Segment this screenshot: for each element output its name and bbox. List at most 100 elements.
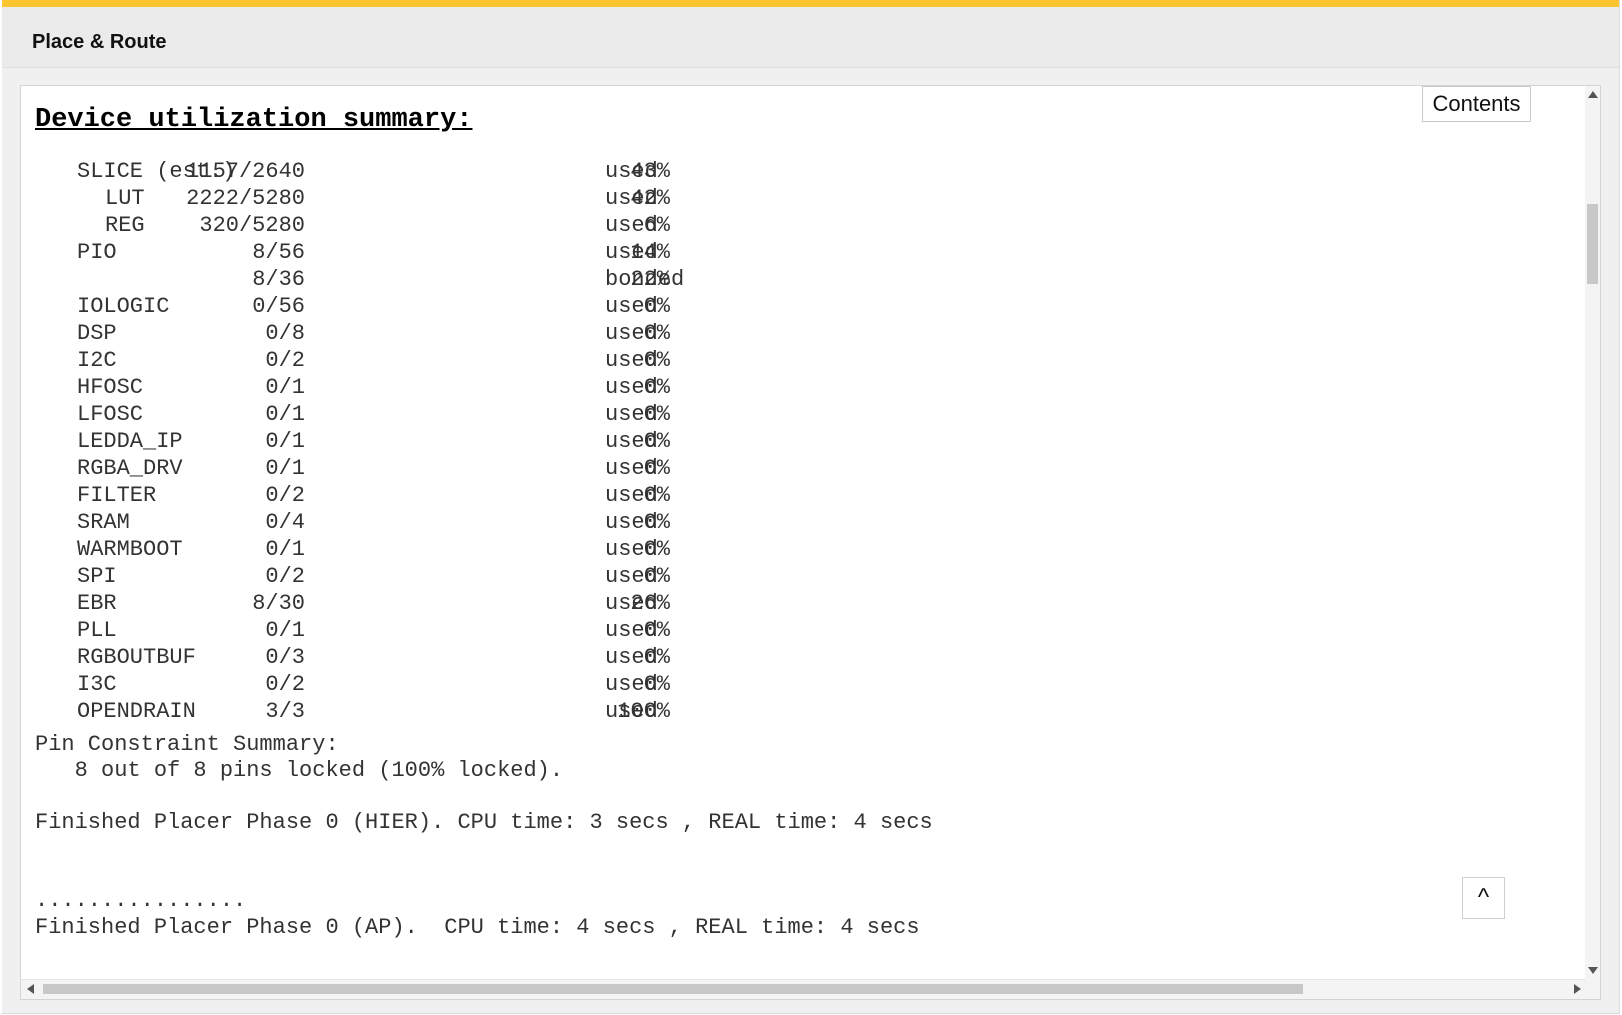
resource-count: 0/2 xyxy=(265,672,305,697)
resource-status: used xyxy=(605,375,658,400)
utilization-row: SPI 0/2 0% used xyxy=(35,564,935,591)
resource-name: I2C xyxy=(77,348,117,373)
placer-hier-line: Finished Placer Phase 0 (HIER). CPU time… xyxy=(35,810,933,835)
utilization-row: LUT 2222/5280 42% used xyxy=(35,186,935,213)
resource-status: bonded xyxy=(605,267,685,292)
utilization-row: DSP 0/8 0% used xyxy=(35,321,935,348)
resource-name: LUT xyxy=(105,186,145,211)
resource-count: 3/3 xyxy=(265,699,305,724)
resource-status: used xyxy=(605,564,658,589)
panel-title: Place & Route xyxy=(32,31,167,53)
resource-status: used xyxy=(605,159,658,184)
pin-summary-heading: Pin Constraint Summary: xyxy=(35,732,339,757)
resource-status: used xyxy=(605,699,658,724)
resource-status: used xyxy=(605,429,658,454)
report-content: Device utilization summary: SLICE (est.)… xyxy=(21,86,1587,979)
resource-count: 0/8 xyxy=(265,321,305,346)
utilization-row: HFOSC 0/1 0% used xyxy=(35,375,935,402)
resource-name: LFOSC xyxy=(77,402,144,427)
horizontal-scroll-thumb[interactable] xyxy=(43,984,1303,994)
resource-status: used xyxy=(605,537,658,562)
resource-status: used xyxy=(605,618,658,643)
utilization-row: LFOSC 0/1 0% used xyxy=(35,402,935,429)
resource-count: 0/2 xyxy=(265,483,305,508)
resource-name: IOLOGIC xyxy=(77,294,170,319)
resource-status: used xyxy=(605,672,658,697)
utilization-row: REG 320/5280 6% used xyxy=(35,213,935,240)
resource-status: used xyxy=(605,186,658,211)
utilization-row: WARMBOOT 0/1 0% used xyxy=(35,537,935,564)
resource-name: WARMBOOT xyxy=(77,537,183,562)
resource-count: 0/56 xyxy=(252,294,305,319)
resource-count: 8/36 xyxy=(252,267,305,292)
resource-name: EBR xyxy=(77,591,117,616)
report-viewer[interactable]: Device utilization summary: SLICE (est.)… xyxy=(20,85,1601,1000)
report-title: Device utilization summary: xyxy=(35,105,473,135)
utilization-row: FILTER 0/2 0% used xyxy=(35,483,935,510)
accent-bar xyxy=(2,0,1619,7)
resource-name: OPENDRAIN xyxy=(77,699,196,724)
resource-status: used xyxy=(605,483,658,508)
resource-name: PLL xyxy=(77,618,117,643)
resource-status: used xyxy=(605,510,658,535)
placer-ap-line: Finished Placer Phase 0 (AP). CPU time: … xyxy=(35,915,920,940)
resource-name: SRAM xyxy=(77,510,130,535)
resource-count: 8/56 xyxy=(252,240,305,265)
resource-name: LEDDA_IP xyxy=(77,429,183,454)
resource-status: used xyxy=(605,321,658,346)
utilization-row: RGBOUTBUF 0/3 0% used xyxy=(35,645,935,672)
resource-name: HFOSC xyxy=(77,375,144,400)
contents-button[interactable]: Contents xyxy=(1422,86,1531,122)
resource-count: 0/1 xyxy=(265,456,305,481)
utilization-row: I2C 0/2 0% used xyxy=(35,348,935,375)
resource-count: 0/1 xyxy=(265,429,305,454)
resource-count: 2222/5280 xyxy=(186,186,305,211)
utilization-row: LEDDA_IP 0/1 0% used xyxy=(35,429,935,456)
back-to-top-button[interactable]: ^ xyxy=(1462,877,1505,919)
scroll-right-arrow-icon[interactable] xyxy=(1574,984,1581,994)
utilization-row: PLL 0/1 0% used xyxy=(35,618,935,645)
utilization-row: RGBA_DRV 0/1 0% used xyxy=(35,456,935,483)
vertical-scrollbar[interactable] xyxy=(1585,86,1600,979)
scroll-up-arrow-icon[interactable] xyxy=(1588,91,1598,98)
resource-count: 8/30 xyxy=(252,591,305,616)
resource-name: RGBOUTBUF xyxy=(77,645,196,670)
vertical-scroll-thumb[interactable] xyxy=(1587,204,1598,284)
resource-name: PIO xyxy=(77,240,117,265)
pin-summary-detail: 8 out of 8 pins locked (100% locked). xyxy=(35,758,564,783)
resource-count: 0/3 xyxy=(265,645,305,670)
resource-status: used xyxy=(605,348,658,373)
utilization-row: IOLOGIC 0/56 0% used xyxy=(35,294,935,321)
scrollbar-corner xyxy=(1585,979,1600,999)
resource-status: used xyxy=(605,402,658,427)
resource-name: DSP xyxy=(77,321,117,346)
resource-status: used xyxy=(605,456,658,481)
resource-status: used xyxy=(605,294,658,319)
resource-status: used xyxy=(605,645,658,670)
resource-count: 1157/2640 xyxy=(186,159,305,184)
resource-count: 0/1 xyxy=(265,537,305,562)
panel-header: Place & Route xyxy=(2,7,1619,68)
scroll-left-arrow-icon[interactable] xyxy=(27,984,34,994)
horizontal-scrollbar[interactable] xyxy=(21,979,1587,999)
progress-dots: ................ xyxy=(35,888,247,913)
resource-status: used xyxy=(605,591,658,616)
utilization-row: PIO 8/56 14% used xyxy=(35,240,935,267)
resource-name: FILTER xyxy=(77,483,157,508)
resource-name: I3C xyxy=(77,672,117,697)
resource-count: 320/5280 xyxy=(199,213,305,238)
place-and-route-panel: Place & Route Device utilization summary… xyxy=(2,0,1620,1014)
resource-status: used xyxy=(605,213,658,238)
resource-count: 0/2 xyxy=(265,564,305,589)
resource-count: 0/2 xyxy=(265,348,305,373)
resource-count: 0/1 xyxy=(265,375,305,400)
scroll-down-arrow-icon[interactable] xyxy=(1588,967,1598,974)
resource-name: RGBA_DRV xyxy=(77,456,183,481)
utilization-row: OPENDRAIN 3/3 100% used xyxy=(35,699,935,726)
resource-status: used xyxy=(605,240,658,265)
resource-name: SPI xyxy=(77,564,117,589)
resource-name: REG xyxy=(105,213,145,238)
utilization-row: SRAM 0/4 0% used xyxy=(35,510,935,537)
resource-count: 0/1 xyxy=(265,402,305,427)
utilization-row: EBR 8/30 26% used xyxy=(35,591,935,618)
